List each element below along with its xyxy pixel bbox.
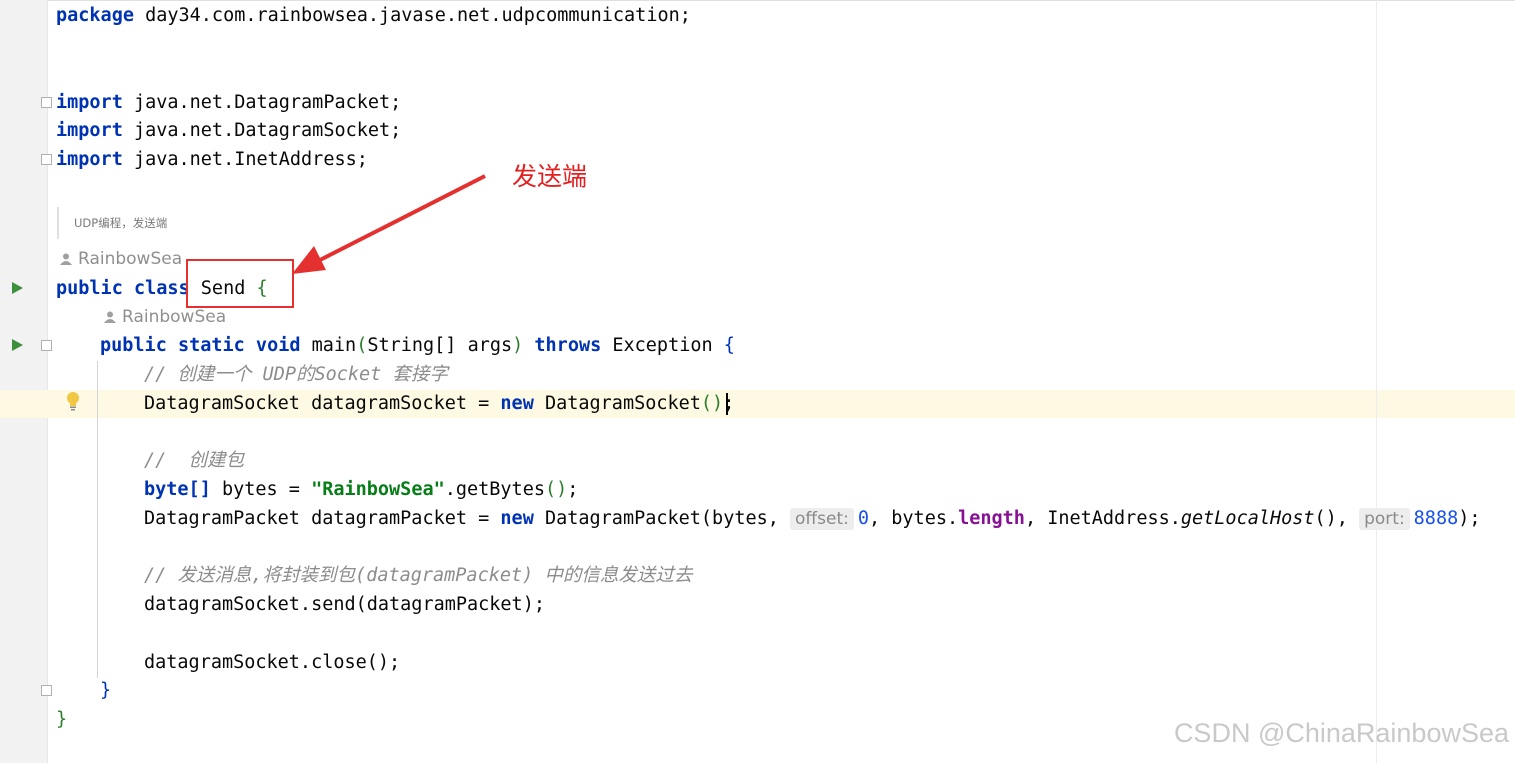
packet-args: , bytes. bbox=[869, 508, 959, 529]
bytes-line[interactable]: byte[] bytes = "RainbowSea".getBytes(); bbox=[144, 475, 578, 504]
import-keyword: import bbox=[56, 120, 123, 141]
fold-icon[interactable] bbox=[41, 340, 52, 351]
exception-name: Exception bbox=[612, 335, 713, 356]
new-keyword: new bbox=[500, 393, 534, 414]
import-name: java.net.DatagramPacket; bbox=[133, 92, 402, 113]
parens: () bbox=[544, 479, 568, 500]
package-keyword: package bbox=[56, 5, 134, 26]
packet-decl: DatagramPacket datagramPacket = bbox=[144, 508, 501, 529]
annotation-box bbox=[186, 259, 294, 308]
comment-line: // 发送消息,将封装到包(datagramPacket) 中的信息发送过去 bbox=[144, 565, 693, 586]
socket-line[interactable]: DatagramSocket datagramSocket = new Data… bbox=[144, 389, 734, 418]
method-close-brace: } bbox=[100, 680, 112, 701]
main-method-line[interactable]: public static void main(String[] args) t… bbox=[100, 331, 735, 360]
comment-line: // 创建一个 UDP的Socket 套接字 bbox=[144, 364, 448, 385]
string-literal: "RainbowSea" bbox=[311, 479, 445, 500]
parameter-hint-port: port: bbox=[1359, 508, 1410, 530]
package-name: day34.com.rainbowsea.javase.net.udpcommu… bbox=[145, 5, 691, 26]
bulb-icon[interactable] bbox=[65, 391, 81, 411]
bytes-var: bytes = bbox=[210, 479, 312, 500]
packet-line[interactable]: DatagramPacket datagramPacket = new Data… bbox=[144, 504, 1481, 533]
packet-ctor: DatagramPacket(bytes, bbox=[533, 508, 791, 529]
class-close-brace: } bbox=[56, 709, 68, 730]
semicolon: ; bbox=[567, 479, 579, 500]
method-name: main bbox=[311, 335, 357, 356]
paren-open: ( bbox=[356, 335, 368, 356]
run-main-icon[interactable] bbox=[12, 339, 23, 351]
editor-gutter bbox=[0, 0, 48, 763]
right-margin-guide bbox=[1376, 0, 1377, 763]
fold-icon[interactable] bbox=[41, 97, 52, 108]
text-caret bbox=[726, 393, 728, 415]
person-icon bbox=[60, 253, 72, 265]
close-line[interactable]: datagramSocket.close(); bbox=[144, 648, 400, 677]
indent-guide bbox=[97, 361, 98, 678]
author-hint[interactable]: RainbowSea bbox=[104, 305, 226, 329]
get-bytes-call: .getBytes bbox=[444, 479, 545, 500]
byte-keyword: byte[] bbox=[144, 479, 211, 500]
paren-close: ) bbox=[512, 335, 524, 356]
socket-ctor: DatagramSocket bbox=[533, 393, 701, 414]
parens: () bbox=[700, 393, 724, 414]
package-line[interactable]: package day34.com.rainbowsea.javase.net.… bbox=[56, 1, 691, 30]
offset-value: 0 bbox=[857, 508, 869, 529]
packet-args: , InetAddress. bbox=[1024, 508, 1181, 529]
packet-end: ); bbox=[1458, 508, 1481, 529]
method-open-brace: { bbox=[723, 335, 735, 356]
port-value: 8888 bbox=[1413, 508, 1459, 529]
packet-args: (), bbox=[1314, 508, 1360, 529]
throws-keyword: throws bbox=[534, 335, 602, 356]
import-line[interactable]: import java.net.DatagramSocket; bbox=[56, 116, 401, 145]
import-keyword: import bbox=[56, 149, 123, 170]
annotation-arrow bbox=[292, 174, 486, 274]
fold-icon[interactable] bbox=[41, 154, 52, 165]
author-name: RainbowSea bbox=[122, 307, 227, 327]
annotation-label: 发送端 bbox=[512, 162, 588, 191]
get-local-host: getLocalHost bbox=[1180, 508, 1315, 529]
socket-decl: DatagramSocket datagramSocket = bbox=[144, 393, 501, 414]
fold-icon[interactable] bbox=[41, 685, 52, 696]
semicolon: ; bbox=[723, 393, 735, 414]
import-name: java.net.DatagramSocket; bbox=[133, 120, 402, 141]
send-line[interactable]: datagramSocket.send(datagramPacket); bbox=[144, 590, 545, 619]
person-icon bbox=[104, 311, 116, 323]
method-modifiers: public static void bbox=[100, 335, 301, 356]
watermark: CSDN @ChinaRainbowSea bbox=[1173, 718, 1509, 748]
author-name: RainbowSea bbox=[78, 249, 183, 269]
class-keywords: public class bbox=[56, 278, 190, 299]
import-line[interactable]: import java.net.DatagramPacket; bbox=[56, 88, 401, 117]
length-field: length bbox=[958, 508, 1025, 529]
author-hint[interactable]: RainbowSea bbox=[60, 247, 182, 271]
new-keyword: new bbox=[500, 508, 534, 529]
method-params: String[] args bbox=[367, 335, 513, 356]
import-name: java.net.InetAddress; bbox=[133, 149, 368, 170]
rendered-doc-comment: UDP编程，发送端 bbox=[57, 207, 167, 239]
import-keyword: import bbox=[56, 92, 123, 113]
parameter-hint-offset: offset: bbox=[790, 508, 854, 530]
comment-line: // 创建包 bbox=[144, 450, 245, 471]
run-class-icon[interactable] bbox=[12, 282, 23, 294]
